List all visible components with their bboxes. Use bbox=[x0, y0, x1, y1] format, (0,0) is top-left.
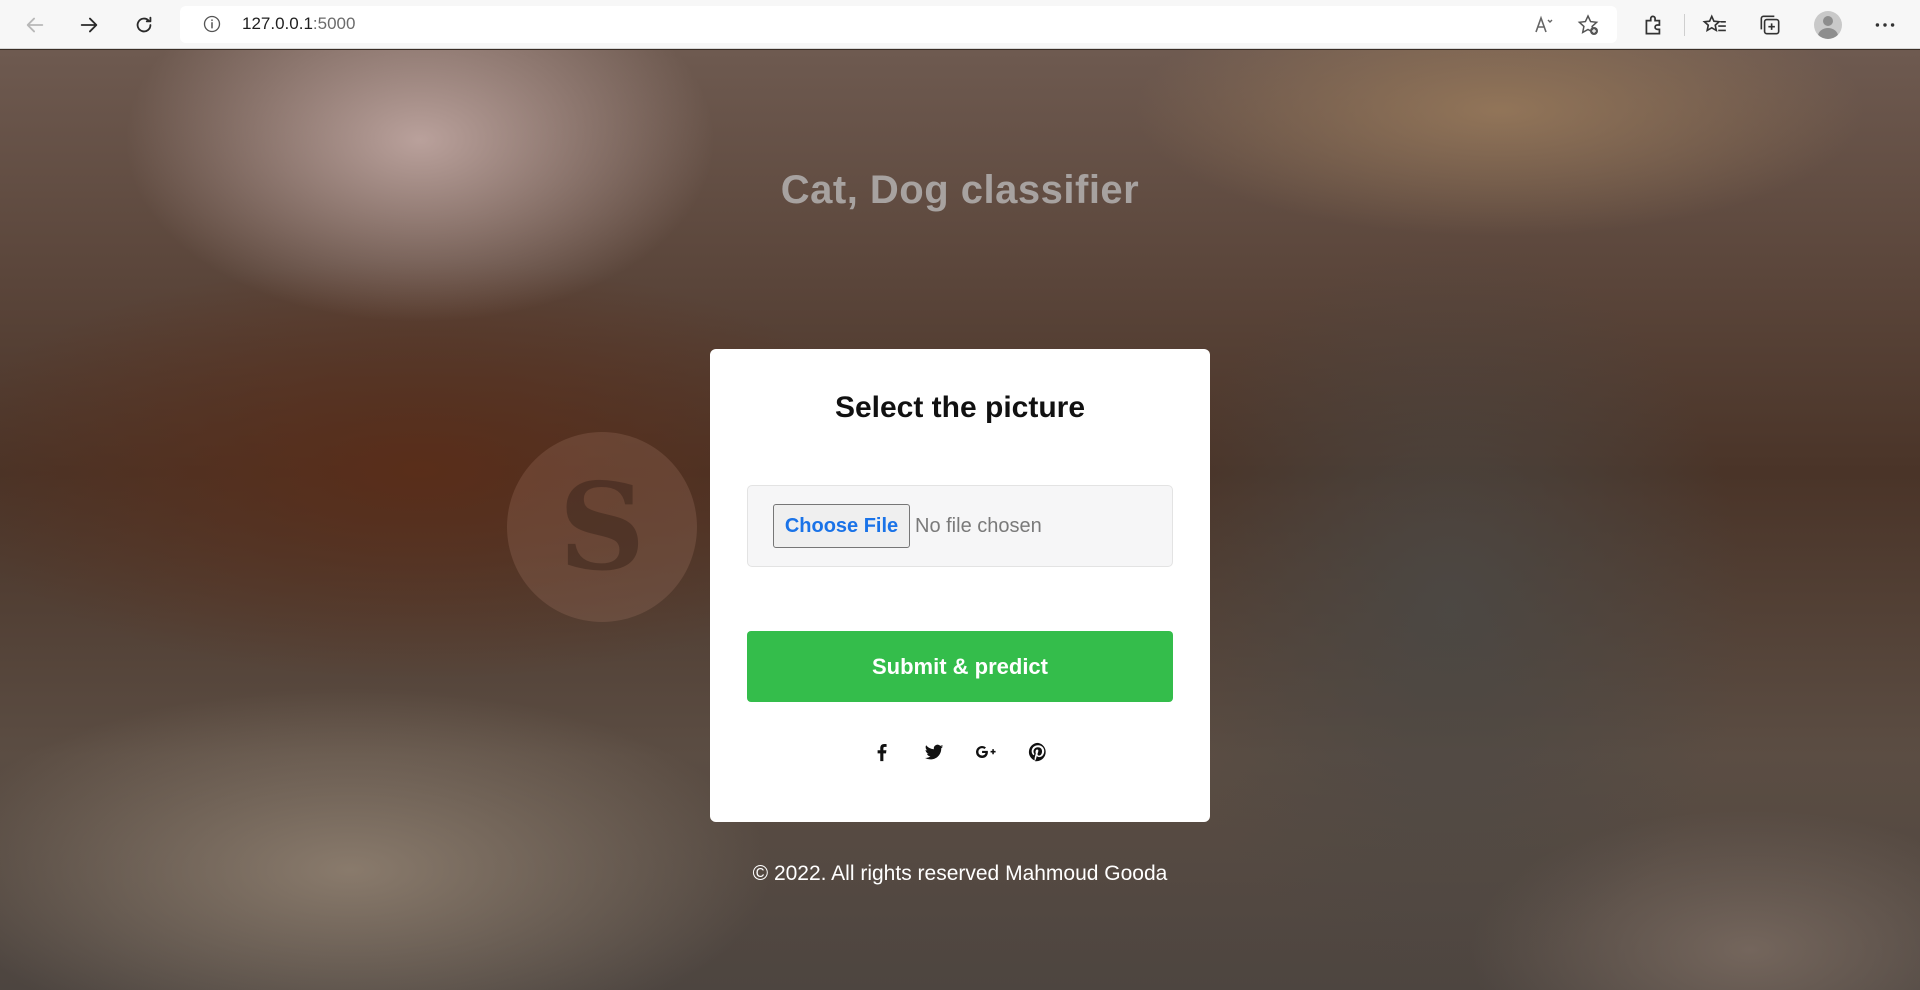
read-aloud-icon[interactable] bbox=[1532, 13, 1556, 37]
star-add-icon[interactable] bbox=[1576, 13, 1600, 37]
info-icon[interactable] bbox=[202, 14, 222, 34]
avatar[interactable] bbox=[1814, 11, 1842, 39]
upload-card: Select the picture Choose File No file c… bbox=[710, 349, 1210, 822]
pinterest-icon bbox=[1028, 742, 1046, 762]
url-text[interactable]: 127.0.0.1:5000 bbox=[242, 14, 355, 34]
file-status-text: No file chosen bbox=[915, 515, 1042, 537]
arrow-right-icon bbox=[80, 17, 98, 33]
card-title: Select the picture bbox=[834, 391, 1086, 424]
refresh-icon bbox=[136, 16, 152, 33]
file-input[interactable]: Choose File No file chosen bbox=[747, 485, 1173, 567]
refresh-button[interactable] bbox=[127, 8, 161, 42]
twitter-icon bbox=[924, 744, 944, 760]
address-bar[interactable]: 127.0.0.1:5000 bbox=[180, 6, 1617, 43]
page-title: Cat, Dog classifier bbox=[780, 168, 1140, 212]
google-plus-icon bbox=[976, 745, 996, 759]
footer-text: © 2022. All rights reserved Mahmoud Good… bbox=[752, 862, 1168, 885]
pinterest-link[interactable] bbox=[1022, 736, 1054, 768]
forward-button[interactable] bbox=[72, 8, 106, 42]
more-icon[interactable] bbox=[1872, 12, 1898, 38]
submit-predict-button[interactable]: Submit & predict bbox=[747, 631, 1173, 702]
facebook-icon bbox=[877, 744, 887, 762]
collections-icon[interactable] bbox=[1757, 12, 1783, 38]
browser-toolbar: 127.0.0.1:5000 bbox=[0, 0, 1920, 49]
toolbar-divider bbox=[1684, 14, 1685, 36]
back-button[interactable] bbox=[18, 8, 52, 42]
page-background: S Cat, Dog classifier Select the picture… bbox=[0, 50, 1920, 990]
favorites-icon[interactable] bbox=[1702, 12, 1728, 38]
social-links bbox=[710, 736, 1210, 768]
url-host: 127.0.0.1 bbox=[242, 14, 313, 33]
watermark-logo: S bbox=[507, 432, 697, 622]
google-plus-link[interactable] bbox=[970, 736, 1002, 768]
url-port: :5000 bbox=[312, 14, 356, 33]
choose-file-button[interactable]: Choose File bbox=[773, 504, 910, 548]
arrow-left-icon bbox=[26, 17, 44, 33]
facebook-link[interactable] bbox=[866, 736, 898, 768]
twitter-link[interactable] bbox=[918, 736, 950, 768]
puzzle-icon[interactable] bbox=[1641, 12, 1667, 38]
